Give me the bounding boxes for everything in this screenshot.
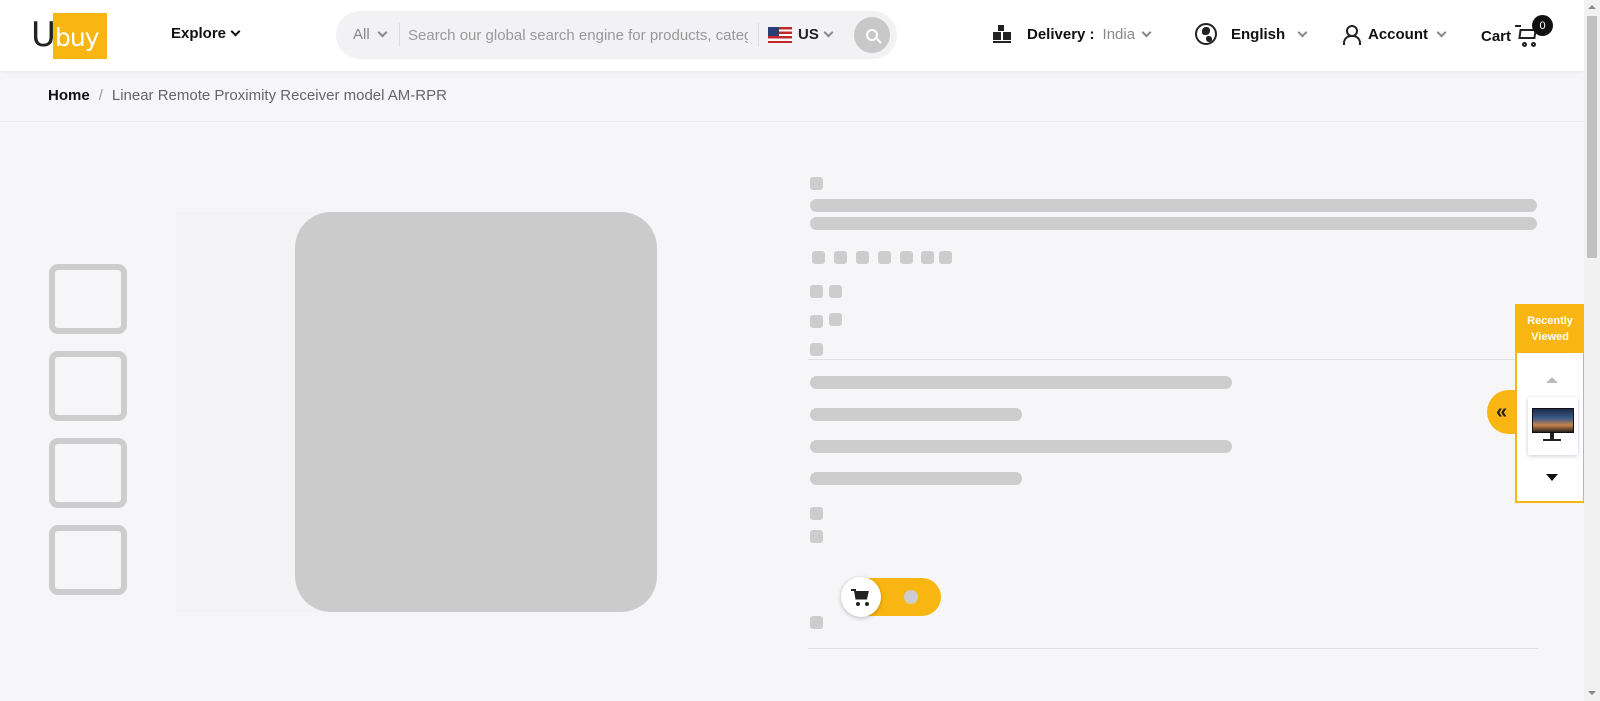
page-scrollbar[interactable] (1584, 0, 1600, 701)
scroll-down-icon[interactable] (1546, 474, 1558, 481)
ubuy-logo[interactable]: U buy (31, 13, 107, 59)
detail-skeleton-line (810, 408, 1022, 421)
cart-icon (851, 588, 871, 606)
search-category-select[interactable]: All (353, 26, 388, 43)
search-bar: All US (336, 11, 897, 59)
rating-skeleton-dot (812, 251, 825, 264)
cart-icon-circle (841, 577, 881, 617)
breadcrumb: Home / Linear Remote Proximity Receiver … (48, 87, 447, 104)
chevron-down-icon (377, 27, 388, 38)
skeleton-dot (810, 343, 823, 356)
cart-count-badge: 0 (1532, 15, 1553, 36)
explore-menu[interactable]: Explore (171, 25, 241, 42)
explore-label: Explore (171, 25, 227, 42)
scroll-up-icon[interactable] (1546, 377, 1558, 383)
detail-skeleton-line (810, 472, 1022, 485)
skeleton-dot (829, 285, 842, 298)
search-input[interactable] (408, 21, 748, 49)
double-chevron-left-icon: « (1496, 400, 1508, 423)
globe-icon (1195, 23, 1217, 45)
scroll-up-arrow-icon[interactable] (1588, 5, 1596, 9)
skeleton-dot (810, 616, 823, 629)
skeleton-dot (810, 315, 823, 328)
language-label: English (1231, 25, 1286, 43)
chevron-down-icon (1436, 27, 1447, 37)
title-skeleton-line (810, 199, 1537, 212)
recently-viewed-title: Recently Viewed (1517, 306, 1583, 353)
thumbnail-placeholder[interactable] (49, 525, 127, 595)
search-icon (866, 29, 878, 41)
skeleton-dot (829, 313, 842, 326)
breadcrumb-separator: / (98, 87, 103, 104)
detail-skeleton-line (810, 376, 1232, 389)
language-selector[interactable]: English (1195, 23, 1308, 45)
rating-skeleton-dot (921, 251, 934, 264)
thumbnail-placeholder[interactable] (49, 438, 127, 508)
delivery-value: India (1102, 25, 1136, 43)
rating-skeleton-dot (834, 251, 847, 264)
user-icon (1342, 25, 1361, 45)
search-category-label: All (353, 26, 370, 43)
account-menu[interactable]: Account (1342, 25, 1447, 45)
cart-button[interactable]: Cart (1481, 25, 1539, 47)
divider (808, 359, 1536, 360)
rating-skeleton-dot (856, 251, 869, 264)
search-button[interactable] (854, 17, 890, 53)
monitor-thumbnail (1532, 408, 1574, 433)
rating-skeleton-dot (939, 251, 952, 264)
divider (399, 23, 400, 47)
skeleton-dot (810, 177, 823, 190)
chevron-down-icon (1297, 27, 1308, 37)
account-label: Account (1368, 25, 1428, 43)
divider (808, 648, 1538, 649)
country-label: US (798, 26, 819, 43)
skeleton-dot (810, 285, 823, 298)
skeleton-dot (810, 507, 823, 520)
main-image-placeholder (295, 212, 657, 612)
breadcrumb-current: Linear Remote Proximity Receiver model A… (111, 87, 447, 104)
cart-label: Cart (1481, 27, 1512, 45)
delivery-selector[interactable]: Delivery : India (993, 25, 1152, 43)
chevron-down-icon (230, 26, 241, 37)
thumbnail-placeholder[interactable] (49, 264, 127, 334)
skeleton-dot (904, 590, 918, 604)
recently-viewed-panel: Recently Viewed (1515, 304, 1585, 503)
divider (758, 23, 759, 47)
rating-skeleton-dot (878, 251, 891, 264)
country-select[interactable]: US (768, 26, 834, 43)
scrollbar-thumb[interactable] (1587, 16, 1597, 258)
us-flag-icon (768, 26, 792, 43)
delivery-label: Delivery : (1027, 25, 1095, 43)
title-skeleton-line (810, 217, 1537, 230)
detail-skeleton-line (810, 440, 1232, 453)
add-to-cart-button[interactable] (841, 577, 941, 617)
skeleton-dot (810, 530, 823, 543)
chevron-down-icon (1141, 27, 1152, 37)
boxes-icon (993, 25, 1011, 43)
recently-viewed-item[interactable] (1528, 397, 1578, 455)
rating-skeleton-dot (900, 251, 913, 264)
scroll-down-arrow-icon[interactable] (1588, 691, 1596, 695)
divider (0, 121, 1584, 122)
thumbnail-placeholder[interactable] (49, 351, 127, 421)
chevron-down-icon (823, 27, 834, 38)
breadcrumb-home-link[interactable]: Home (48, 87, 90, 104)
site-header: U buy Explore All US Delivery : (0, 0, 1584, 71)
